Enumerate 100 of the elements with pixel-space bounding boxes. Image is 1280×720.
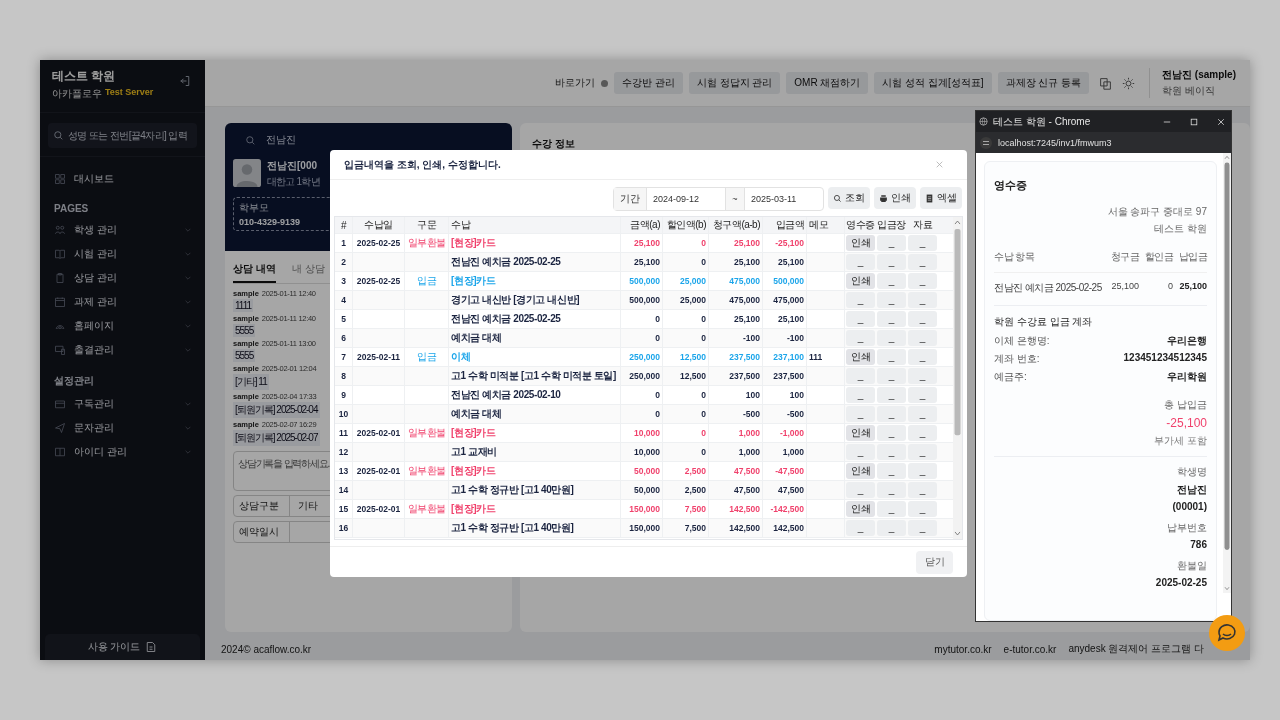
menu-item[interactable]: 홈페이지 <box>40 314 205 338</box>
column-header: 영수증 <box>845 218 876 232</box>
row-button[interactable]: _ <box>908 368 937 384</box>
maximize-icon[interactable] <box>1190 117 1198 126</box>
row-button[interactable]: _ <box>877 387 906 403</box>
row-button[interactable]: _ <box>846 311 875 327</box>
table-cell: 2025-02-25 <box>353 234 405 252</box>
row-button[interactable]: _ <box>877 311 906 327</box>
table-cell: 111 <box>807 348 845 366</box>
row-button[interactable]: _ <box>877 463 906 479</box>
row-button[interactable]: 인쇄 <box>846 501 875 517</box>
section-title: 설정관리 <box>53 374 95 388</box>
row-button[interactable]: _ <box>908 444 937 460</box>
row-button[interactable]: _ <box>908 311 937 327</box>
scrollbar[interactable] <box>953 217 962 539</box>
row-button[interactable]: _ <box>846 254 875 270</box>
row-button[interactable]: _ <box>908 406 937 422</box>
row-button[interactable]: _ <box>877 425 906 441</box>
row-button[interactable]: _ <box>877 501 906 517</box>
row-button[interactable]: 인쇄 <box>846 349 875 365</box>
shortcut-button[interactable]: 과제장 신규 등록 <box>997 72 1090 94</box>
row-button[interactable]: 인쇄 <box>846 425 875 441</box>
guide-button[interactable]: 사용 가이드 <box>45 634 200 660</box>
row-button[interactable]: _ <box>877 349 906 365</box>
row-button[interactable]: _ <box>908 520 937 536</box>
row-button[interactable]: _ <box>908 292 937 308</box>
table-cell: 일부환불 <box>405 234 449 252</box>
shortcut-button[interactable]: 수강반 관리 <box>613 72 683 94</box>
row-button[interactable]: _ <box>877 292 906 308</box>
footer-link[interactable]: anydesk 원격제어 프로그램 다 <box>1068 642 1204 656</box>
row-button[interactable]: _ <box>846 330 875 346</box>
table-cell: -500 <box>709 405 763 423</box>
row-button[interactable]: _ <box>908 330 937 346</box>
toolbar-button[interactable]: 엑셀 <box>920 187 962 209</box>
toolbar-button[interactable]: 인쇄 <box>874 187 916 209</box>
row-button[interactable]: _ <box>846 387 875 403</box>
row-button[interactable]: _ <box>908 349 937 365</box>
tab[interactable]: 내 상담 <box>291 259 325 283</box>
table-cell: -47,500 <box>763 462 807 480</box>
close-button[interactable]: 닫기 <box>916 550 953 574</box>
row-button[interactable]: _ <box>908 482 937 498</box>
tab[interactable]: 상담 내역 <box>233 259 276 283</box>
copy-icon[interactable] <box>1099 76 1113 90</box>
table-cell: 고1 수학 미적분 [고1 수학 미적분 토일] <box>449 367 621 385</box>
column-header: 청구금 <box>1109 250 1139 264</box>
menu-item[interactable]: 학생 관리 <box>40 218 205 242</box>
row-button[interactable]: _ <box>846 368 875 384</box>
menu-item[interactable]: 과제 관리 <box>40 290 205 314</box>
row-button[interactable]: _ <box>877 444 906 460</box>
site-settings-icon[interactable] <box>980 136 992 149</box>
row-button[interactable]: _ <box>877 406 906 422</box>
row-button[interactable]: _ <box>908 425 937 441</box>
menu-item[interactable]: 시험 관리 <box>40 242 205 266</box>
row-button[interactable]: _ <box>877 330 906 346</box>
row-button[interactable]: _ <box>908 254 937 270</box>
globe-icon <box>979 117 988 126</box>
row-button[interactable]: _ <box>877 482 906 498</box>
row-button[interactable]: _ <box>846 520 875 536</box>
row-button[interactable]: _ <box>877 273 906 289</box>
footer-link[interactable]: mytutor.co.kr <box>934 643 992 655</box>
logout-icon[interactable] <box>179 74 191 88</box>
row-button[interactable]: _ <box>877 368 906 384</box>
column-header: 할인액(b) <box>663 217 709 233</box>
row-button[interactable]: _ <box>846 444 875 460</box>
window-title: 테스트 학원 - Chrome <box>993 114 1092 129</box>
row-button[interactable]: _ <box>877 254 906 270</box>
footer-link[interactable]: e-tutor.co.kr <box>1003 643 1057 655</box>
date-range-field[interactable]: 기간 2024-09-12 ~ 2025-03-11 <box>613 187 824 211</box>
row-button[interactable]: _ <box>908 463 937 479</box>
toolbar-button[interactable]: 조회 <box>828 187 870 209</box>
sun-icon[interactable] <box>1122 76 1136 90</box>
search-field[interactable]: 성명 또는 전번[끝4자리] 입력 <box>48 123 197 148</box>
shortcut-button[interactable]: 시험 성적 집계[성적표] <box>874 72 992 94</box>
row-button[interactable]: _ <box>908 273 937 289</box>
row-button[interactable]: _ <box>908 501 937 517</box>
row-button[interactable]: 인쇄 <box>846 273 875 289</box>
menu-item[interactable]: 출결관리 <box>40 338 205 362</box>
table-cell: 16 <box>335 519 353 537</box>
account-value: 123451234512345 <box>1123 352 1207 365</box>
table-cell: 25,000 <box>663 291 709 309</box>
row-button[interactable]: _ <box>877 235 906 251</box>
row-button[interactable]: _ <box>908 235 937 251</box>
menu-item[interactable]: 구독관리 <box>40 392 205 416</box>
scrollbar[interactable] <box>1223 153 1231 593</box>
row-button[interactable]: 인쇄 <box>846 235 875 251</box>
row-button[interactable]: _ <box>846 406 875 422</box>
chat-button[interactable] <box>1209 615 1245 651</box>
row-button[interactable]: _ <box>877 520 906 536</box>
row-button[interactable]: 인쇄 <box>846 463 875 479</box>
menu-item[interactable]: 문자관리 <box>40 416 205 440</box>
menu-item[interactable]: 상담 관리 <box>40 266 205 290</box>
menu-item[interactable]: 아이디 관리 <box>40 440 205 464</box>
menu-item[interactable]: 대시보드 <box>40 167 205 191</box>
table-cell: 전남진 예치금 2025-02-10 <box>449 386 621 404</box>
table-cell: 47,500 <box>763 481 807 499</box>
row-button[interactable]: _ <box>846 292 875 308</box>
shortcut-button[interactable]: OMR 채점하기 <box>786 72 869 94</box>
shortcut-button[interactable]: 시험 정답지 관리 <box>688 72 781 94</box>
row-button[interactable]: _ <box>908 387 937 403</box>
row-button[interactable]: _ <box>846 482 875 498</box>
